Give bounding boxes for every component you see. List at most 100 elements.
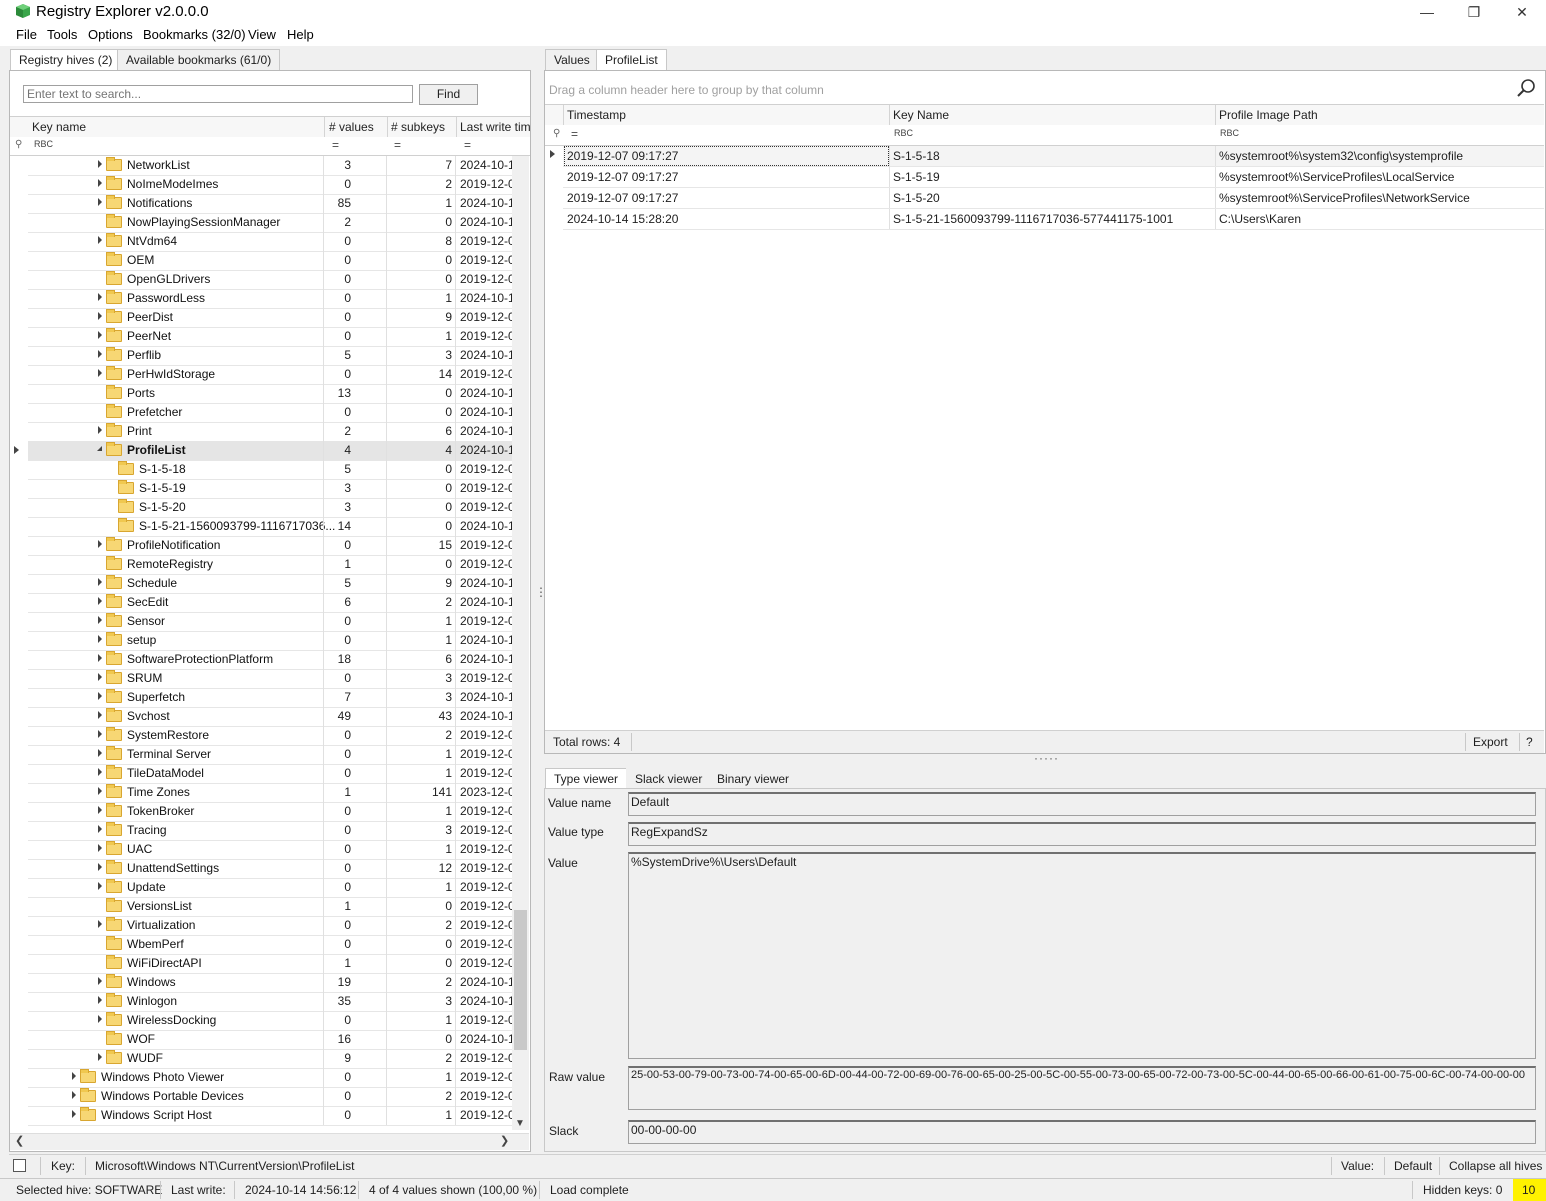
expand-arrow-icon[interactable] [98, 711, 102, 719]
tree-row[interactable]: ProfileList 4 4 2024-10-14 [28, 441, 512, 461]
tree-row[interactable]: PeerNet 0 1 2019-12-07 [28, 327, 512, 347]
expand-arrow-icon[interactable] [98, 635, 102, 643]
expand-arrow-icon[interactable] [98, 806, 102, 814]
expand-arrow-icon[interactable] [98, 369, 102, 377]
tab-profilelist[interactable]: ProfileList [596, 49, 667, 70]
key-name-cell[interactable]: S-1-5-20 [893, 191, 940, 205]
tree-row[interactable]: OpenGLDrivers 0 0 2019-12-07 [28, 270, 512, 290]
tab-values[interactable]: Values [545, 49, 599, 70]
profile-image-path-cell[interactable]: %systemroot%\ServiceProfiles\LocalServic… [1219, 170, 1454, 184]
value-type-field[interactable]: RegExpandSz [628, 822, 1536, 846]
tree-row[interactable]: SRUM 0 3 2019-12-07 [28, 669, 512, 689]
grid-search-icon[interactable] [1516, 78, 1536, 101]
column-values[interactable]: # values [329, 120, 374, 134]
expand-arrow-icon[interactable] [98, 1015, 102, 1023]
expand-arrow-icon[interactable] [98, 616, 102, 624]
column-key-name[interactable]: Key name [32, 120, 86, 134]
horizontal-splitter-grip[interactable]: ····· [1034, 751, 1059, 765]
expand-arrow-icon[interactable] [98, 160, 102, 168]
tree-row[interactable]: NtVdm64 0 8 2019-12-07 [28, 232, 512, 252]
tree-row[interactable]: NoImeModeImes 0 2 2019-12-07 [28, 175, 512, 195]
collapse-arrow-icon[interactable] [97, 446, 102, 451]
tab-binary-viewer[interactable]: Binary viewer [708, 768, 799, 789]
timestamp-cell[interactable]: 2024-10-14 15:28:20 [567, 212, 678, 226]
tree-row[interactable]: SoftwareProtectionPlatform 18 6 2024-10-14 [28, 650, 512, 670]
column-profile-image-path[interactable]: Profile Image Path [1219, 108, 1318, 122]
expand-arrow-icon[interactable] [98, 730, 102, 738]
profile-image-path-cell[interactable]: C:\Users\Karen [1219, 212, 1301, 226]
timestamp-cell[interactable]: 2019-12-07 09:17:27 [567, 170, 678, 184]
tree-row[interactable]: Windows Portable Devices 0 2 2019-12-07 [28, 1087, 512, 1107]
expand-arrow-icon[interactable] [98, 673, 102, 681]
search-input[interactable] [23, 85, 413, 103]
expand-arrow-icon[interactable] [98, 236, 102, 244]
tree-horizontal-scrollbar[interactable] [10, 1133, 529, 1150]
collapse-all-hives-button[interactable]: Collapse all hives [1449, 1159, 1542, 1173]
tree-row[interactable]: Schedule 5 9 2024-10-14 [28, 574, 512, 594]
tree-row[interactable]: UnattendSettings 0 12 2019-12-07 [28, 859, 512, 879]
tree-row[interactable]: Terminal Server 0 1 2019-12-07 [28, 745, 512, 765]
subkeys-filter-equals[interactable]: = [394, 138, 401, 152]
value-field[interactable]: %SystemDrive%\Users\Default [628, 852, 1536, 1059]
tree-row[interactable]: Virtualization 0 2 2019-12-07 [28, 916, 512, 936]
tree-row[interactable]: UAC 0 1 2019-12-07 [28, 840, 512, 860]
tree-row[interactable]: WiFiDirectAPI 1 0 2019-12-07 [28, 954, 512, 974]
expand-arrow-icon[interactable] [98, 597, 102, 605]
tree-row[interactable]: RemoteRegistry 1 0 2019-12-07 [28, 555, 512, 575]
menu-options[interactable]: Options [88, 27, 133, 42]
tree-row[interactable]: S-1-5-18 5 0 2019-12-07 [28, 460, 512, 480]
expand-arrow-icon[interactable] [98, 426, 102, 434]
tree-row[interactable]: NowPlayingSessionManager 2 0 2024-10-14 [28, 213, 512, 233]
tree-row[interactable]: PasswordLess 0 1 2024-10-14 [28, 289, 512, 309]
export-button[interactable]: Export [1473, 735, 1508, 749]
menu-view[interactable]: View [248, 27, 276, 42]
tree-row[interactable]: Prefetcher 0 0 2024-10-14 [28, 403, 512, 423]
expand-arrow-icon[interactable] [98, 198, 102, 206]
column-last-write[interactable]: Last write time [460, 120, 530, 134]
tree-row[interactable]: Windows Script Host 0 1 2019-12-07 [28, 1106, 512, 1126]
tree-scroll-thumb[interactable] [514, 910, 527, 1050]
tree-row[interactable]: PeerDist 0 9 2019-12-07 [28, 308, 512, 328]
value-name-field[interactable]: Default [628, 792, 1536, 816]
menu-file[interactable]: File [16, 27, 37, 42]
expand-arrow-icon[interactable] [98, 882, 102, 890]
expand-arrow-icon[interactable] [98, 293, 102, 301]
tree-row[interactable]: OEM 0 0 2019-12-07 [28, 251, 512, 271]
timestamp-cell[interactable]: 2019-12-07 09:17:27 [567, 191, 678, 205]
path-text-filter-icon[interactable]: RBC [1220, 128, 1239, 138]
expand-arrow-icon[interactable] [98, 350, 102, 358]
key-name-cell[interactable]: S-1-5-19 [893, 170, 940, 184]
tree-row[interactable]: Time Zones 1 141 2023-12-04 [28, 783, 512, 803]
tab-available-bookmarks[interactable]: Available bookmarks (61/0) [117, 49, 281, 70]
minimize-button[interactable]: — [1404, 0, 1450, 24]
column-timestamp[interactable]: Timestamp [567, 108, 626, 122]
tree-row[interactable]: SecEdit 6 2 2024-10-14 [28, 593, 512, 613]
tree-row[interactable]: Winlogon 35 3 2024-10-14 [28, 992, 512, 1012]
tree-row[interactable]: TokenBroker 0 1 2019-12-07 [28, 802, 512, 822]
close-button[interactable]: ✕ [1499, 0, 1545, 24]
expand-arrow-icon[interactable] [98, 844, 102, 852]
tree-row[interactable]: WOF 16 0 2024-10-14 [28, 1030, 512, 1050]
grid-row[interactable]: 2019-12-07 09:17:27 S-1-5-20 %systemroot%\… [563, 188, 1544, 209]
expand-arrow-icon[interactable] [98, 863, 102, 871]
tree-row[interactable]: S-1-5-19 3 0 2019-12-07 [28, 479, 512, 499]
grid-row[interactable]: 2024-10-14 15:28:20 S-1-5-21-1560093799-1… [563, 209, 1544, 230]
tree-row[interactable]: Sensor 0 1 2019-12-07 [28, 612, 512, 632]
expand-arrow-icon[interactable] [98, 920, 102, 928]
tree-row[interactable]: VersionsList 1 0 2019-12-07 [28, 897, 512, 917]
expand-arrow-icon[interactable] [72, 1110, 76, 1118]
timestamp-filter-equals[interactable]: = [571, 127, 578, 141]
tree-row[interactable]: Notifications 85 1 2024-10-14 [28, 194, 512, 214]
tree-row[interactable]: WUDF 9 2 2019-12-07 [28, 1049, 512, 1069]
tree-row[interactable]: Perflib 5 3 2024-10-14 [28, 346, 512, 366]
tree-row[interactable]: Print 2 6 2024-10-14 [28, 422, 512, 442]
column-key-name-grid[interactable]: Key Name [893, 108, 949, 122]
tree-row[interactable]: NetworkList 3 7 2024-10-14 [28, 156, 512, 176]
maximize-button[interactable]: ❐ [1451, 0, 1497, 24]
tree-row[interactable]: Tracing 0 3 2019-12-07 [28, 821, 512, 841]
raw-value-field[interactable]: 25-00-53-00-79-00-73-00-74-00-65-00-6D-0… [628, 1066, 1536, 1110]
tree-row[interactable]: Ports 13 0 2024-10-14 [28, 384, 512, 404]
expand-arrow-icon[interactable] [98, 540, 102, 548]
expand-arrow-icon[interactable] [98, 787, 102, 795]
expand-arrow-icon[interactable] [98, 578, 102, 586]
